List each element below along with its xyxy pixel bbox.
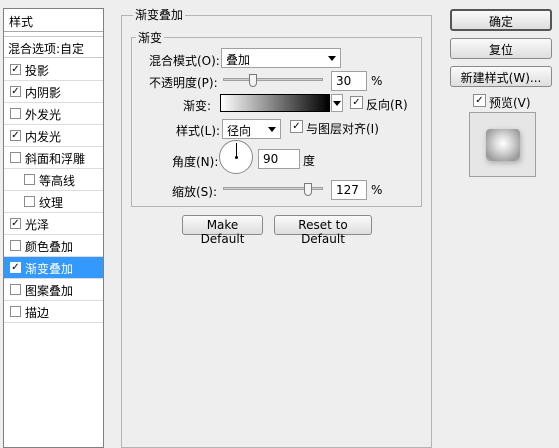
style-list-item[interactable]: 外发光	[4, 103, 103, 125]
style-list-item[interactable]: 斜面和浮雕	[4, 147, 103, 169]
scale-label: 缩放(S):	[172, 185, 218, 199]
gradient-subgroup-title: 渐变	[136, 29, 165, 46]
style-item-checkbox[interactable]: ✓	[10, 130, 21, 141]
blending-options-item[interactable]: 混合选项:自定	[4, 36, 103, 58]
blend-mode-label: 混合模式(O):	[149, 54, 220, 68]
gradient-swatch[interactable]	[220, 94, 330, 112]
angle-center-dot	[235, 156, 238, 159]
reset-button[interactable]: 复位	[450, 38, 552, 59]
style-item-label: 外发光	[25, 108, 62, 122]
style-list-item[interactable]: ✓ 投影	[4, 59, 103, 81]
reverse-label: 反向(R)	[366, 98, 408, 112]
align-with-layer-label: 与图层对齐(I)	[306, 122, 379, 136]
opacity-label: 不透明度(P):	[149, 76, 218, 90]
style-item-checkbox[interactable]	[10, 284, 21, 295]
angle-value: 90	[263, 152, 279, 166]
style-item-checkbox[interactable]	[10, 240, 21, 251]
gradient-overlay-title: 渐变叠加	[133, 6, 186, 23]
opacity-input[interactable]: 30	[331, 71, 367, 91]
chevron-down-icon	[333, 101, 341, 106]
angle-input[interactable]: 90	[258, 149, 300, 169]
style-item-label: 等高线	[39, 174, 76, 188]
style-item-label: 投影	[25, 64, 50, 78]
styles-header[interactable]: 样式	[4, 9, 103, 32]
style-list-item[interactable]: 纹理	[4, 191, 103, 213]
style-preview-thumbnail	[469, 112, 536, 177]
check-icon: ✓	[11, 86, 20, 97]
style-item-checkbox[interactable]: ✓	[10, 86, 21, 97]
style-item-label: 颜色叠加	[25, 240, 74, 254]
style-list-item[interactable]: ✓ 内发光	[4, 125, 103, 147]
opacity-slider-thumb[interactable]	[249, 74, 257, 87]
check-icon: ✓	[11, 130, 20, 141]
style-label: 样式(L):	[176, 124, 221, 138]
style-item-checkbox[interactable]	[24, 196, 35, 207]
style-item-label: 渐变叠加	[25, 262, 74, 276]
blending-options-label: 混合选项:自定	[8, 42, 85, 56]
preview-checkbox[interactable]: ✓	[473, 94, 486, 107]
style-item-label: 斜面和浮雕	[25, 152, 86, 166]
style-item-label: 内发光	[25, 130, 62, 144]
scale-slider-thumb[interactable]	[304, 183, 312, 196]
preview-swatch	[486, 129, 520, 161]
reset-to-default-button[interactable]: Reset to Default	[274, 215, 372, 246]
style-value: 径向	[227, 124, 252, 138]
scale-unit: %	[371, 183, 383, 197]
style-list-item[interactable]: ✓ 光泽	[4, 213, 103, 235]
style-list-item[interactable]: ✓ 渐变叠加	[4, 257, 103, 279]
style-item-checkbox[interactable]	[24, 174, 35, 185]
check-icon: ✓	[11, 64, 20, 75]
angle-label: 角度(N):	[172, 155, 219, 169]
scale-value: 127	[336, 183, 359, 197]
check-icon: ✓	[11, 262, 20, 273]
opacity-unit: %	[371, 74, 383, 88]
style-item-label: 描边	[25, 306, 50, 320]
check-icon: ✓	[352, 97, 361, 108]
check-icon: ✓	[11, 218, 20, 229]
style-list-item[interactable]: 图案叠加	[4, 279, 103, 301]
style-select[interactable]: 径向	[222, 119, 281, 139]
styles-panel: 样式 混合选项:自定 ✓ 投影 ✓ 内阴影外发光 ✓ 内发光斜面和浮雕等高线纹理 ✓ 光泽颜色…	[3, 8, 104, 448]
preview-label: 预览(V)	[489, 96, 531, 110]
gradient-picker-dropdown[interactable]	[331, 94, 343, 112]
angle-unit: 度	[303, 154, 316, 168]
reverse-checkbox[interactable]: ✓	[350, 96, 363, 109]
chevron-down-icon	[328, 56, 336, 61]
reset-label: 复位	[488, 43, 513, 57]
ok-button[interactable]: 确定	[450, 9, 552, 31]
opacity-slider-track[interactable]	[223, 78, 323, 81]
new-style-label: 新建样式(W)...	[460, 71, 542, 85]
style-item-label: 纹理	[39, 196, 64, 210]
style-item-checkbox[interactable]: ✓	[10, 218, 21, 229]
style-list-item[interactable]: 描边	[4, 301, 103, 323]
make-default-label: Make Default	[200, 218, 245, 246]
blend-mode-select[interactable]: 叠加	[221, 48, 341, 68]
blend-mode-value: 叠加	[226, 53, 251, 67]
new-style-button[interactable]: 新建样式(W)...	[450, 66, 552, 87]
reset-to-default-label: Reset to Default	[298, 218, 348, 246]
style-item-checkbox[interactable]	[10, 108, 21, 119]
style-item-label: 光泽	[25, 218, 50, 232]
style-item-label: 内阴影	[25, 86, 62, 100]
style-item-checkbox[interactable]	[10, 306, 21, 317]
chevron-down-icon	[268, 127, 276, 132]
style-list-item[interactable]: 等高线	[4, 169, 103, 191]
opacity-value: 30	[336, 74, 352, 88]
style-item-checkbox[interactable]	[10, 152, 21, 163]
make-default-button[interactable]: Make Default	[182, 215, 263, 246]
check-icon: ✓	[292, 121, 301, 132]
style-item-checkbox[interactable]: ✓	[10, 64, 21, 75]
align-with-layer-checkbox[interactable]: ✓	[290, 120, 303, 133]
style-list-item[interactable]: ✓ 内阴影	[4, 81, 103, 103]
angle-dial[interactable]	[219, 140, 253, 174]
style-item-label: 图案叠加	[25, 284, 74, 298]
style-item-checkbox[interactable]: ✓	[10, 262, 21, 273]
style-list-item[interactable]: 颜色叠加	[4, 235, 103, 257]
scale-input[interactable]: 127	[331, 180, 367, 200]
check-icon: ✓	[475, 95, 484, 106]
ok-label: 确定	[488, 15, 513, 29]
gradient-label: 渐变:	[183, 99, 212, 113]
styles-header-label: 样式	[9, 15, 34, 29]
